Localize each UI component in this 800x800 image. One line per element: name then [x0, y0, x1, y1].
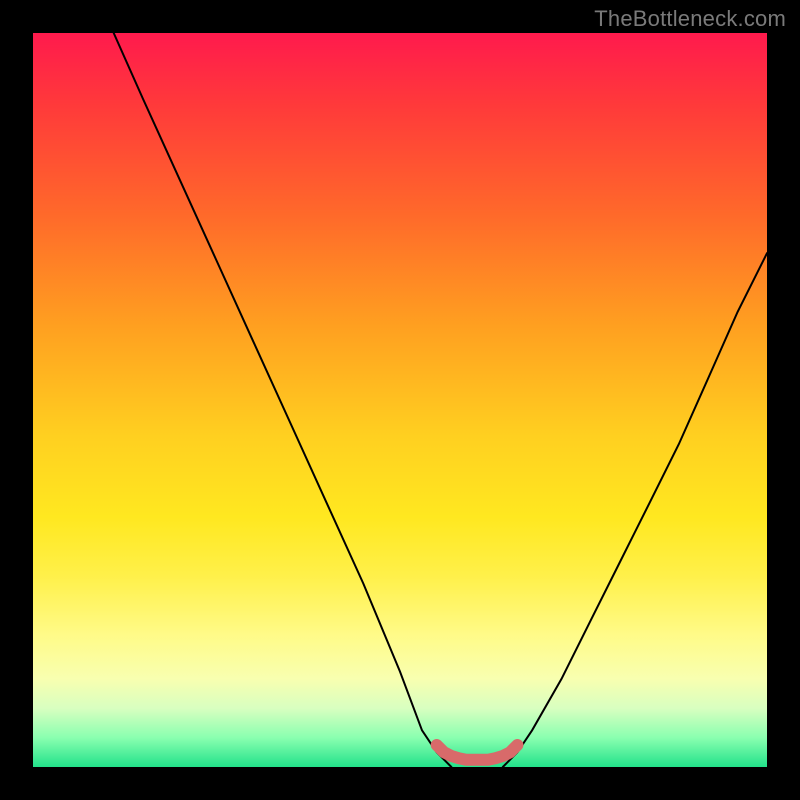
chart-svg	[33, 33, 767, 767]
chart-frame: TheBottleneck.com	[0, 0, 800, 800]
chart-right-curve	[503, 253, 767, 767]
watermark-text: TheBottleneck.com	[594, 6, 786, 32]
chart-left-curve	[114, 33, 452, 767]
chart-valley-marker	[437, 745, 518, 760]
chart-plot-area	[33, 33, 767, 767]
